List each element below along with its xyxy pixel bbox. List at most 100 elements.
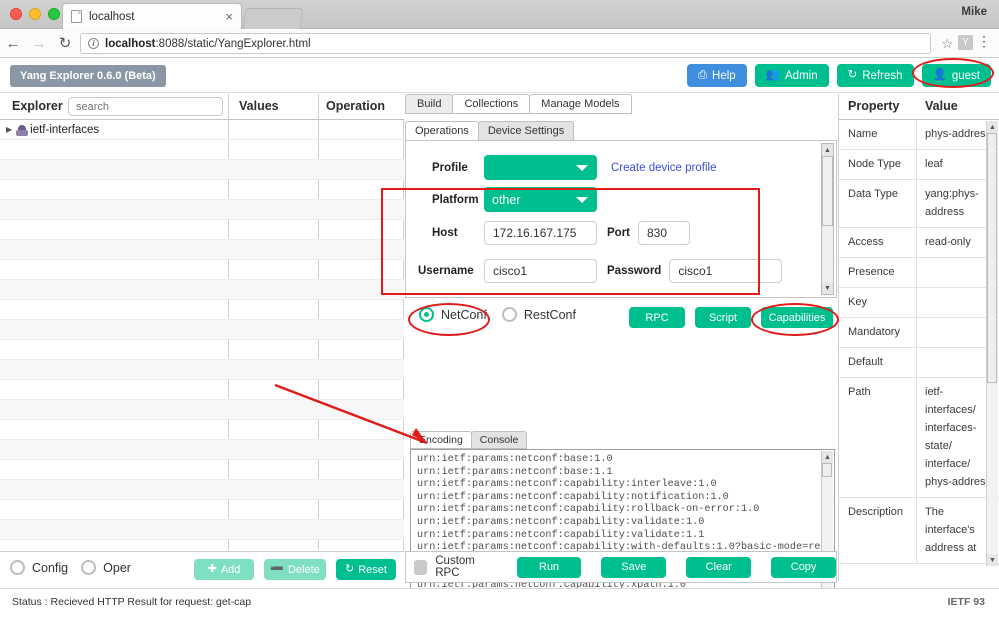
table-row[interactable] xyxy=(0,360,404,380)
forward-icon[interactable]: → xyxy=(26,35,52,52)
admin-button[interactable]: 👥 Admin xyxy=(754,64,829,87)
property-key: Data Type xyxy=(848,188,898,200)
maximize-window-button[interactable] xyxy=(48,8,60,20)
property-key: Default xyxy=(848,356,883,368)
script-button[interactable]: Script xyxy=(695,307,751,328)
profile-select[interactable] xyxy=(484,155,597,180)
table-row[interactable] xyxy=(0,260,404,280)
browser-profile-name[interactable]: Mike xyxy=(961,6,987,18)
close-icon[interactable]: × xyxy=(225,9,233,24)
scroll-up-icon[interactable]: ▲ xyxy=(822,451,833,463)
browser-tab-localhost[interactable]: localhost × xyxy=(62,3,242,29)
copy-button[interactable]: Copy xyxy=(771,556,837,578)
annotation-ellipse-netconf xyxy=(408,303,490,336)
explorer-panel: Explorer Values Operation ▶ ietf-interfa… xyxy=(0,94,404,550)
clear-button[interactable]: Clear xyxy=(686,556,752,578)
help-button[interactable]: ⎙ Help xyxy=(686,64,747,87)
site-info-icon[interactable]: i xyxy=(88,38,99,49)
table-row: Name phys-address xyxy=(839,120,999,150)
plus-icon: ✚ xyxy=(207,563,217,575)
reset-button-label: Reset xyxy=(358,563,387,576)
custom-rpc-checkbox[interactable] xyxy=(414,559,428,575)
tab-operations[interactable]: Operations xyxy=(405,121,479,141)
table-row[interactable] xyxy=(0,500,404,520)
save-button[interactable]: Save xyxy=(601,556,667,578)
annotation-ellipse-guest xyxy=(912,58,994,88)
radio-config[interactable] xyxy=(10,560,25,575)
add-button-label: Add xyxy=(220,563,241,576)
tab-device-settings[interactable]: Device Settings xyxy=(477,121,575,141)
footer-right-label: IETF 93 xyxy=(947,596,985,608)
radio-oper[interactable] xyxy=(81,560,97,575)
scroll-up-icon[interactable]: ▲ xyxy=(987,121,998,133)
table-row[interactable] xyxy=(0,240,404,260)
restconf-label: RestConf xyxy=(523,307,576,322)
browser-menu-icon[interactable]: ⋮ xyxy=(977,33,991,50)
property-key: Name xyxy=(848,128,878,140)
table-row[interactable] xyxy=(0,480,404,500)
app-brand-badge: Yang Explorer 0.6.0 (Beta) xyxy=(10,65,166,87)
address-bar[interactable]: i localhost :8088/static/YangExplorer.ht… xyxy=(80,33,931,54)
scrollbar-thumb[interactable] xyxy=(822,156,833,226)
close-window-button[interactable] xyxy=(10,8,22,20)
table-row[interactable] xyxy=(0,220,404,240)
table-row[interactable] xyxy=(0,160,404,180)
tab-console[interactable]: Console xyxy=(470,431,528,449)
property-scrollbar[interactable]: ▲ ▼ xyxy=(986,121,998,566)
table-row[interactable] xyxy=(0,200,404,220)
table-row[interactable] xyxy=(0,140,404,160)
table-row: Presence xyxy=(839,258,999,288)
tab-build[interactable]: Build xyxy=(405,94,454,114)
annotation-rect-device-settings xyxy=(381,188,760,295)
table-row[interactable] xyxy=(0,280,404,300)
scrollbar-thumb[interactable] xyxy=(987,133,997,383)
table-row: Path ietf-interfaces/ interfaces-state/ … xyxy=(839,378,999,498)
users-icon: 👥 xyxy=(765,68,780,81)
property-key: Description xyxy=(848,506,904,518)
window-traffic-lights xyxy=(10,8,60,20)
browser-tab-bar: localhost × Mike xyxy=(0,0,999,29)
new-tab-button[interactable] xyxy=(242,8,304,29)
tree-item-ietf-interfaces[interactable]: ▶ ietf-interfaces xyxy=(0,120,404,140)
refresh-icon: ↻ xyxy=(847,68,858,81)
profile-row: Profile Create device profile xyxy=(432,155,716,180)
table-row[interactable] xyxy=(0,520,404,540)
reset-button[interactable]: ↻ Reset xyxy=(336,559,396,580)
table-row: Data Type yang:phys-address xyxy=(839,180,999,228)
oper-label: Oper xyxy=(103,560,131,575)
form-scrollbar[interactable]: ▲ ▼ xyxy=(821,143,834,295)
tab-collections[interactable]: Collections xyxy=(452,94,531,114)
explorer-header: Explorer Values Operation xyxy=(0,94,404,120)
explorer-tree: ▶ ietf-interfaces xyxy=(0,120,404,550)
add-button[interactable]: ✚ Add xyxy=(194,559,254,580)
back-icon[interactable]: ← xyxy=(0,35,26,52)
explorer-column-header: Explorer xyxy=(12,99,63,113)
scroll-down-icon[interactable]: ▼ xyxy=(822,282,833,294)
yang-module-icon xyxy=(16,124,29,136)
run-button[interactable]: Run xyxy=(516,556,582,578)
page-icon xyxy=(71,10,82,23)
minimize-window-button[interactable] xyxy=(29,8,41,20)
extension-icon[interactable]: Y xyxy=(958,35,973,50)
search-input[interactable] xyxy=(68,97,223,116)
rpc-button[interactable]: RPC xyxy=(629,307,685,328)
radio-restconf[interactable] xyxy=(501,307,517,322)
status-text: Status : Recieved HTTP Result for reques… xyxy=(12,596,252,608)
table-row[interactable] xyxy=(0,460,404,480)
reload-icon[interactable]: ↻ xyxy=(52,34,78,52)
delete-button[interactable]: ➖ Delete xyxy=(264,559,326,580)
refresh-button[interactable]: ↻ Refresh xyxy=(836,64,914,87)
tab-manage-models[interactable]: Manage Models xyxy=(529,94,632,114)
chevron-right-icon[interactable]: ▶ xyxy=(6,125,12,134)
property-key: Mandatory xyxy=(848,326,900,338)
scroll-down-icon[interactable]: ▼ xyxy=(987,554,998,566)
bookmark-star-icon[interactable]: ☆ xyxy=(941,36,953,52)
create-device-profile-link[interactable]: Create device profile xyxy=(611,162,716,174)
table-row[interactable] xyxy=(0,180,404,200)
annotation-arrow xyxy=(274,383,428,445)
table-row[interactable] xyxy=(0,300,404,320)
table-row[interactable] xyxy=(0,320,404,340)
table-row[interactable] xyxy=(0,340,404,360)
scrollbar-thumb[interactable] xyxy=(822,463,832,477)
scroll-up-icon[interactable]: ▲ xyxy=(822,144,833,156)
